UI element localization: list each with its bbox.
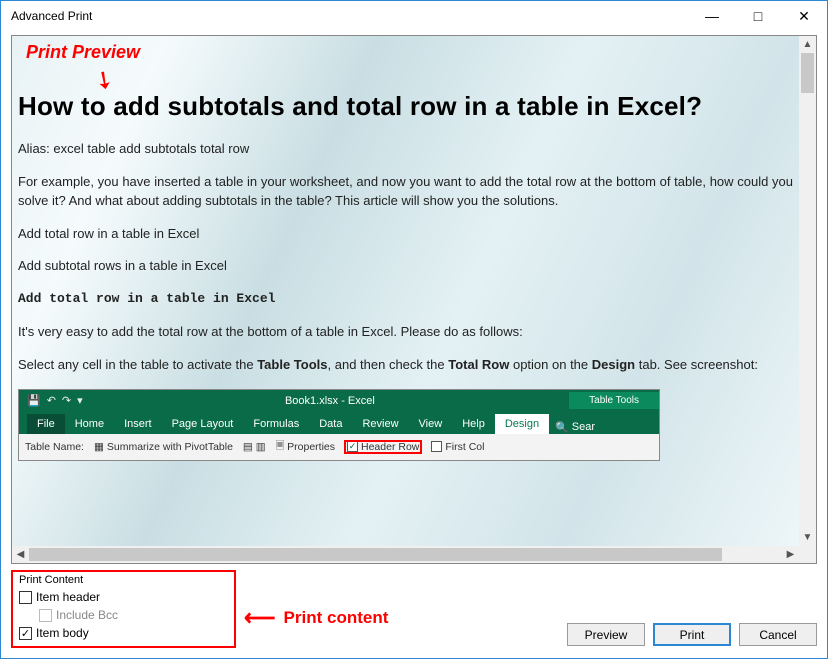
tab-file: File: [27, 414, 65, 434]
embedded-ribbon-screenshot: 💾 ↶ ↷ ▾ Book1.xlsx - Excel Table Tools F…: [18, 389, 660, 461]
tab-data: Data: [309, 414, 352, 434]
search-icon: 🔍: [555, 421, 569, 434]
item-header-row[interactable]: Item header: [19, 588, 228, 606]
undo-icon: ↶: [47, 394, 56, 407]
checkbox-icon[interactable]: ✓: [19, 627, 32, 640]
preview-button[interactable]: Preview: [567, 623, 645, 646]
tab-view: View: [409, 414, 453, 434]
doc-heading: How to add subtotals and total row in a …: [18, 91, 799, 122]
print-content-group: Print Content Item header Include Bcc ✓ …: [11, 570, 236, 648]
document-preview: Print Preview ➘ How to add subtotals and…: [12, 36, 799, 546]
pivot-icon: ▦: [94, 441, 104, 453]
item-body-label: Item body: [36, 626, 89, 640]
minimize-button[interactable]: —: [689, 1, 735, 31]
titlebar: Advanced Print — □ ✕: [1, 1, 827, 31]
bottom-bar: Print Content Item header Include Bcc ✓ …: [1, 564, 827, 658]
tab-page-layout: Page Layout: [162, 414, 244, 434]
checkbox-icon: [39, 609, 52, 622]
checkbox-icon[interactable]: [19, 591, 32, 604]
save-icon: 💾: [27, 394, 41, 407]
include-bcc-label: Include Bcc: [56, 608, 118, 622]
doc-para-6: Select any cell in the table to activate…: [18, 356, 793, 375]
ribbon-body: Table Name: ▦ Summarize with PivotTable …: [19, 434, 659, 460]
tab-design: Design: [495, 414, 549, 434]
doc-para-4: Add total row in a table in Excel: [18, 290, 793, 309]
tab-insert: Insert: [114, 414, 162, 434]
vertical-scrollbar[interactable]: ▲ ▼: [799, 36, 816, 546]
item-body-row[interactable]: ✓ Item body: [19, 624, 228, 642]
horizontal-scrollbar[interactable]: ◀ ▶: [12, 546, 799, 563]
item-header-label: Item header: [36, 590, 100, 604]
annotation-arrow-icon: ⟵: [244, 605, 276, 631]
window-title: Advanced Print: [11, 9, 92, 23]
ribbon-search: 🔍 Sear: [549, 421, 601, 434]
table-name-label: Table Name:: [25, 441, 84, 453]
scroll-thumb[interactable]: [801, 53, 814, 93]
tab-formulas: Formulas: [243, 414, 309, 434]
properties-item: 🗏 Properties: [276, 438, 335, 456]
dialog-window: Advanced Print — □ ✕ Print Preview ➘ How…: [0, 0, 828, 659]
doc-para-2: Add total row in a table in Excel: [18, 225, 793, 244]
ribbon-tabs: File Home Insert Page Layout Formulas Da…: [19, 412, 659, 434]
scroll-track[interactable]: [29, 546, 782, 563]
cancel-button[interactable]: Cancel: [739, 623, 817, 646]
scroll-up-icon[interactable]: ▲: [799, 36, 816, 53]
doc-alias: Alias: excel table add subtotals total r…: [18, 140, 793, 159]
properties-icon: 🗏: [276, 438, 284, 456]
ribbon-app-title: Book1.xlsx - Excel: [91, 395, 569, 407]
header-row-checkbox: ✓ Header Row: [345, 441, 421, 453]
summarize-pivot: ▦ Summarize with PivotTable: [94, 441, 233, 453]
maximize-button[interactable]: □: [735, 1, 781, 31]
tab-help: Help: [452, 414, 495, 434]
dialog-buttons: Preview Print Cancel: [567, 623, 817, 646]
qat-more-icon: ▾: [77, 394, 83, 407]
table-tools-context: Table Tools: [569, 392, 659, 409]
annotation-print-content: Print content: [284, 608, 389, 628]
scroll-down-icon[interactable]: ▼: [799, 529, 816, 546]
doc-para-1: For example, you have inserted a table i…: [18, 173, 793, 211]
print-content-title: Print Content: [19, 574, 228, 586]
checkbox-icon: ✓: [347, 441, 358, 452]
scroll-track[interactable]: [799, 53, 816, 529]
doc-para-3: Add subtotal rows in a table in Excel: [18, 257, 793, 276]
preview-pane: Print Preview ➘ How to add subtotals and…: [11, 35, 817, 564]
tab-home: Home: [65, 414, 114, 434]
checkbox-icon: [431, 441, 442, 452]
scroll-corner: [799, 546, 816, 563]
close-button[interactable]: ✕: [781, 1, 827, 31]
scroll-thumb[interactable]: [29, 548, 722, 561]
first-column-checkbox: First Col: [431, 441, 484, 453]
tab-review: Review: [352, 414, 408, 434]
ribbon-misc-icons: ▤ ▥: [243, 441, 266, 453]
print-button[interactable]: Print: [653, 623, 731, 646]
scroll-right-icon[interactable]: ▶: [782, 546, 799, 563]
ribbon-titlebar: 💾 ↶ ↷ ▾ Book1.xlsx - Excel Table Tools: [19, 390, 659, 412]
annotation-print-preview: Print Preview: [26, 42, 140, 63]
redo-icon: ↷: [62, 394, 71, 407]
include-bcc-row: Include Bcc: [19, 606, 228, 624]
scroll-left-icon[interactable]: ◀: [12, 546, 29, 563]
doc-para-5: It's very easy to add the total row at t…: [18, 323, 793, 342]
